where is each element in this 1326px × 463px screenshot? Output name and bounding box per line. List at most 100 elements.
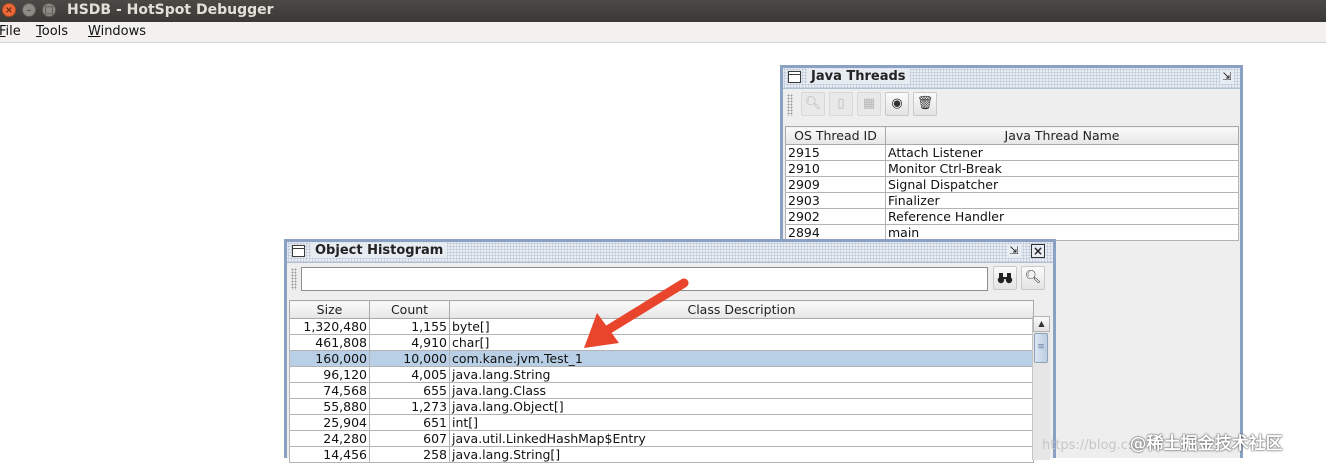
table-row[interactable]: 160,000 10,000 com.kane.jvm.Test_1	[289, 350, 1034, 367]
class-description-cell: byte[]	[449, 318, 1034, 335]
size-cell: 96,120	[289, 366, 370, 383]
minimize-window-button[interactable]: –	[22, 3, 36, 17]
watermark: https://blog.csdn.n@稀土掘金技术社区	[1042, 429, 1283, 454]
size-cell: 74,568	[289, 382, 370, 399]
histogram-toolbar: 🔍︎	[287, 263, 1053, 293]
table-row[interactable]: 2903 Finalizer	[785, 192, 1239, 209]
table-row[interactable]: 55,880 1,273 java.lang.Object[]	[289, 398, 1034, 415]
table-row[interactable]: 1,320,480 1,155 byte[]	[289, 318, 1034, 335]
count-cell: 4,910	[369, 334, 450, 351]
class-description-cell: java.lang.Object[]	[449, 398, 1034, 415]
size-cell: 24,280	[289, 430, 370, 447]
delete-icon[interactable]: 🗑︎	[913, 92, 937, 116]
column-header-java-thread-name[interactable]: Java Thread Name	[885, 126, 1239, 145]
menu-tools-label: ools	[41, 24, 69, 39]
count-cell: 651	[369, 414, 450, 431]
maximize-window-button[interactable]: □	[42, 3, 56, 17]
info-icon[interactable]: ▦	[857, 92, 881, 116]
menu-windows[interactable]: Windows	[88, 24, 146, 39]
table-row[interactable]: 2909 Signal Dispatcher	[785, 176, 1239, 193]
menu-bar: File Tools Windows	[0, 22, 1326, 43]
thread-id-cell: 2915	[785, 144, 886, 161]
search-icon[interactable]: 🔍︎	[1021, 266, 1045, 290]
table-row[interactable]: 24,280 607 java.util.LinkedHashMap$Entry	[289, 430, 1034, 447]
menu-windows-label: indows	[100, 24, 147, 39]
menu-tools[interactable]: Tools	[36, 24, 68, 39]
threads-table: OS Thread ID Java Thread Name 2915 Attach…	[785, 126, 1239, 241]
count-cell: 1,273	[369, 398, 450, 415]
restore-icon[interactable]: ⇲	[1007, 244, 1021, 258]
threads-header-row: OS Thread ID Java Thread Name	[785, 126, 1239, 145]
class-description-cell: com.kane.jvm.Test_1	[449, 350, 1034, 367]
object-histogram-title-bar[interactable]: Object Histogram ⇲ ×	[287, 242, 1053, 263]
close-icon[interactable]: ×	[1031, 244, 1045, 258]
menu-windows-mnemonic: W	[88, 24, 101, 39]
size-cell: 25,904	[289, 414, 370, 431]
class-description-cell: int[]	[449, 414, 1034, 431]
table-row[interactable]: 461,808 4,910 char[]	[289, 334, 1034, 351]
size-cell: 55,880	[289, 398, 370, 415]
table-row[interactable]: 2910 Monitor Ctrl-Break	[785, 160, 1239, 177]
class-description-cell: java.lang.Class	[449, 382, 1034, 399]
histogram-header-row: Size Count Class Description	[289, 300, 1034, 319]
window-title-bar: × – □ HSDB - HotSpot Debugger	[0, 0, 1326, 22]
toolbar-grip[interactable]	[787, 94, 793, 116]
size-cell: 461,808	[289, 334, 370, 351]
menu-file[interactable]: File	[0, 24, 21, 39]
java-threads-title-bar[interactable]: Java Threads ⇲	[783, 68, 1240, 89]
size-cell: 160,000	[289, 350, 370, 367]
object-histogram-title: Object Histogram	[311, 243, 448, 258]
window-frame-icon	[292, 245, 305, 257]
column-header-count[interactable]: Count	[369, 300, 450, 319]
count-cell: 10,000	[369, 350, 450, 367]
table-row[interactable]: 2902 Reference Handler	[785, 208, 1239, 225]
inspect-icon[interactable]: 🔍︎	[801, 92, 825, 116]
class-description-cell: java.lang.String[]	[449, 446, 1034, 463]
count-cell: 655	[369, 382, 450, 399]
table-row[interactable]: 2915 Attach Listener	[785, 144, 1239, 161]
binoculars-icon[interactable]	[993, 266, 1017, 290]
table-row[interactable]: 25,904 651 int[]	[289, 414, 1034, 431]
class-description-cell: char[]	[449, 334, 1034, 351]
stack-icon[interactable]: ▯	[829, 92, 853, 116]
count-cell: 607	[369, 430, 450, 447]
table-row[interactable]: 74,568 655 java.lang.Class	[289, 382, 1034, 399]
class-description-cell: java.lang.String	[449, 366, 1034, 383]
java-threads-title: Java Threads	[807, 69, 910, 84]
thread-id-cell: 2909	[785, 176, 886, 193]
histogram-table: Size Count Class Description 1,320,480 1,…	[289, 300, 1034, 463]
column-header-class-description[interactable]: Class Description	[449, 300, 1034, 319]
threads-toolbar: 🔍︎ ▯ ▦ ◉ 🗑︎	[783, 89, 1240, 119]
thread-name-cell: Finalizer	[885, 192, 1239, 209]
count-cell: 258	[369, 446, 450, 463]
scroll-thumb[interactable]: ≡	[1034, 333, 1048, 363]
thread-name-cell: Attach Listener	[885, 144, 1239, 161]
column-header-size[interactable]: Size	[289, 300, 370, 319]
app-title: HSDB - HotSpot Debugger	[67, 2, 274, 18]
count-cell: 1,155	[369, 318, 450, 335]
scroll-up-arrow-icon[interactable]: ▲	[1033, 316, 1050, 332]
window-frame-icon	[788, 71, 801, 83]
restore-icon[interactable]: ⇲	[1220, 70, 1234, 84]
find-crashes-icon[interactable]: ◉	[885, 92, 909, 116]
thread-name-cell: Monitor Ctrl-Break	[885, 160, 1239, 177]
close-window-button[interactable]: ×	[2, 3, 16, 17]
thread-name-cell: Reference Handler	[885, 208, 1239, 225]
table-row[interactable]: 96,120 4,005 java.lang.String	[289, 366, 1034, 383]
class-description-cell: java.util.LinkedHashMap$Entry	[449, 430, 1034, 447]
thread-id-cell: 2902	[785, 208, 886, 225]
watermark-brand: @稀土掘金技术社区	[1129, 434, 1283, 454]
count-cell: 4,005	[369, 366, 450, 383]
size-cell: 1,320,480	[289, 318, 370, 335]
toolbar-grip[interactable]	[291, 268, 297, 290]
histogram-search-input[interactable]	[301, 267, 988, 291]
binoculars-glyph	[997, 273, 1013, 284]
table-row[interactable]: 14,456 258 java.lang.String[]	[289, 446, 1034, 463]
column-header-os-thread-id[interactable]: OS Thread ID	[785, 126, 886, 145]
object-histogram-window[interactable]: Object Histogram ⇲ × 🔍︎ Size Count Class…	[284, 239, 1056, 463]
thread-name-cell: Signal Dispatcher	[885, 176, 1239, 193]
thread-id-cell: 2903	[785, 192, 886, 209]
menu-file-label: ile	[5, 24, 21, 39]
thread-id-cell: 2910	[785, 160, 886, 177]
size-cell: 14,456	[289, 446, 370, 463]
